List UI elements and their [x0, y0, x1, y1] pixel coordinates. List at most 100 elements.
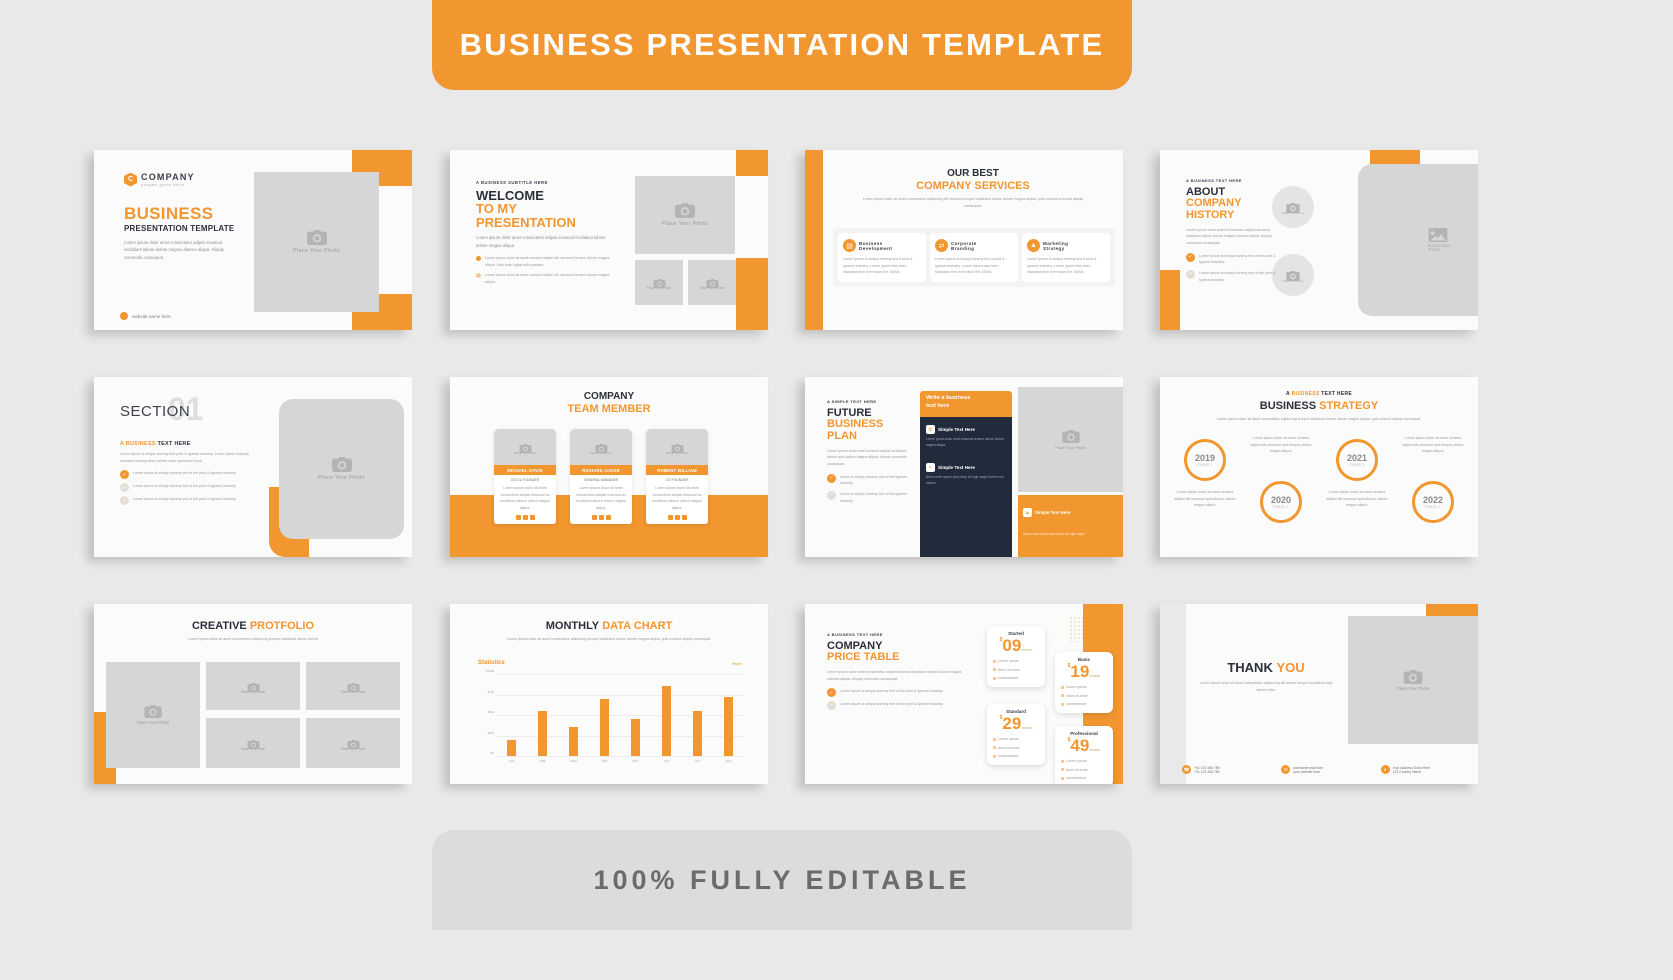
photo-placeholder[interactable]: Place Your Photo	[254, 172, 379, 312]
chart-bar[interactable]	[538, 710, 547, 756]
twitter-icon[interactable]	[522, 514, 528, 520]
chart-legend: Report	[731, 662, 742, 666]
service-card-marketing-strategy[interactable]: ▲ Marketing Strategy Lorem ipsum is simp…	[1022, 233, 1110, 282]
member-photo[interactable]: Place Your Photo	[570, 429, 632, 465]
portfolio-photo-2[interactable]: Place Your Photo	[206, 662, 300, 710]
chart-bar[interactable]	[631, 719, 640, 756]
photo-placeholder-large[interactable]: PLACE YOUR PHOTO	[1358, 164, 1478, 316]
linkedin-icon[interactable]	[605, 514, 611, 520]
photo-placeholder[interactable]: Place Your Photo	[279, 399, 404, 539]
portfolio-photo-1[interactable]: Place Your Photo	[106, 662, 200, 768]
contact-phone[interactable]: ☎ +01 123 456 789 +01 123 456 780	[1182, 765, 1273, 774]
team-member-card[interactable]: Place Your Photo RICHARD JAKOB GENERAL M…	[570, 429, 632, 524]
panel-item-2[interactable]: < Simple Text Here Nemo enim ipsam quis …	[926, 463, 1008, 486]
slide-body: Lorem ipsum dolor amet consectetur adipi…	[124, 240, 224, 260]
phase-body-2020: Lorem ipsum dolor sit amet consect adipi…	[1250, 436, 1312, 454]
bullet-square-icon	[1061, 685, 1064, 689]
website-row[interactable]: website name here	[120, 312, 171, 320]
price-card-professional[interactable]: Professional $49/month Lorem ipsum dolor…	[1055, 726, 1113, 784]
subtitle: Lorem ipsum dolor sit amet consectetur a…	[1199, 681, 1333, 692]
orange-item-title: Simple Text Here	[1035, 510, 1071, 515]
slide-2-welcome[interactable]: Place Your Photo Place Your Photo Place …	[450, 150, 768, 330]
slide-4-about[interactable]: PLACE YOUR PHOTO Place Your Photo Place …	[1160, 150, 1478, 330]
team-member-card[interactable]: Place Your Photo MICHAEL DAVID CEO & FOU…	[494, 429, 556, 524]
slide-6-team[interactable]: COMPANY TEAM MEMBER Place Your Photo MIC…	[450, 377, 768, 557]
facebook-icon[interactable]	[515, 514, 521, 520]
slide-10-chart[interactable]: MONTHLY DATA CHART Lorem ipsum dolor sit…	[450, 604, 768, 784]
chart-bar[interactable]	[662, 686, 671, 756]
feature-text: dolor sit amet	[998, 745, 1020, 750]
service-card-business-development[interactable]: ▤ Business Development Lorem ipsum is si…	[838, 233, 926, 282]
facebook-icon[interactable]	[667, 514, 673, 520]
title-orange: TEAM MEMBER	[567, 403, 651, 415]
slide-title-dark: PRESENTATION TEMPLATE	[124, 224, 235, 233]
orange-feature-item[interactable]: ▲ Simple Text Here	[1023, 508, 1115, 517]
twitter-icon[interactable]	[598, 514, 604, 520]
service-card-corporate-branding[interactable]: ⇄ Corporate Branding Lorem ipsum is simp…	[930, 233, 1018, 282]
slide-7-business-plan[interactable]: Place Your Photo ▲ Simple Text Here Nemo…	[805, 377, 1123, 557]
body-text: Lorem ipsum is simple dummy text print &…	[120, 452, 249, 463]
chart-bar[interactable]	[693, 710, 702, 756]
subtitle: Lorem ipsum dolor sit amet consectetur a…	[862, 197, 1084, 208]
facebook-icon[interactable]	[591, 514, 597, 520]
linkedin-icon[interactable]	[529, 514, 535, 520]
phase-circle-2020[interactable]: 2020 PHASE 2	[1260, 481, 1302, 523]
social-links[interactable]	[646, 512, 708, 524]
member-role: GENERAL MANAGER	[583, 478, 619, 482]
mail-icon: ✉	[1281, 765, 1291, 774]
price-card-started[interactable]: Started $09/month Lorem ipsum dolor sit …	[987, 626, 1045, 687]
document-icon: ▤	[843, 239, 856, 252]
price-card-standard[interactable]: Standard $29/month Lorem ipsum dolor sit…	[987, 704, 1045, 765]
social-links[interactable]	[570, 512, 632, 524]
linkedin-icon[interactable]	[681, 514, 687, 520]
chart-x-tick-label: AUG	[725, 759, 732, 763]
decor-orange-left	[1160, 270, 1180, 330]
chart-bar[interactable]	[569, 727, 578, 756]
photo-placeholder-main[interactable]: Place Your Photo	[635, 176, 735, 254]
chart-bar[interactable]	[600, 698, 609, 756]
check-item: ✓ Lorem is simply dummy text of the type…	[827, 490, 915, 504]
phase-circle-2021[interactable]: 2021 PHASE 3	[1336, 439, 1378, 481]
photo-label-2: PHOTO	[1428, 248, 1441, 252]
photo-placeholder-circle-1[interactable]: Place Your Photo	[1272, 186, 1314, 228]
contact-address[interactable]: ● Your Address Goes Here 123 Country Nam…	[1380, 765, 1472, 774]
member-body: Lorem ipsum dolor sit amet consectetur a…	[576, 486, 626, 510]
slide-1-title[interactable]: Place Your Photo C COMPANY slogan goes h…	[94, 150, 412, 330]
slide-8-strategy[interactable]: A BUSINESS TEXT HERE BUSINESS STRATEGY L…	[1160, 377, 1478, 557]
phase-circle-2022[interactable]: 2022 PHASE 4	[1412, 481, 1454, 523]
service-title-1: Marketing	[1043, 240, 1069, 246]
company-slogan: slogan goes here	[141, 182, 185, 187]
twitter-icon[interactable]	[674, 514, 680, 520]
photo-placeholder-circle-2[interactable]: Place Your Photo	[1272, 254, 1314, 296]
chart-bar[interactable]	[724, 696, 733, 756]
website-label: website name here	[132, 313, 171, 319]
slide-3-services[interactable]: OUR BEST COMPANY SERVICES Lorem ipsum do…	[805, 150, 1123, 330]
chart-x-axis: JAN FEB MAR APR MAY JUN JUL AUG	[496, 758, 744, 768]
contact-mail[interactable]: ✉ username mail here your website here	[1281, 765, 1372, 774]
chart-bar[interactable]	[507, 739, 516, 756]
bullet-text: Lorem ipsum dolor sit amet consect adipi…	[485, 255, 610, 267]
panel-item-1[interactable]: ⚙ Simple Text Here Lorem ipsum dolor ame…	[926, 425, 1008, 448]
slide-5-section[interactable]: Place Your Photo 01 SECTION A BUSINESS T…	[94, 377, 412, 557]
price-card-basic[interactable]: Basic $19/month Lorem ipsum dolor sit am…	[1055, 652, 1113, 713]
phase-label: PHASE 4	[1425, 504, 1441, 509]
team-member-card[interactable]: Place Your Photo ROBERT WILLIAM CO FOUND…	[646, 429, 708, 524]
portfolio-photo-5[interactable]: Place Your Photo	[306, 718, 400, 768]
portfolio-photo-3[interactable]: Place Your Photo	[306, 662, 400, 710]
check-icon: ✓	[827, 701, 836, 711]
contact-line-1: +01 123 456 789	[1194, 765, 1220, 770]
phase-circle-2019[interactable]: 2019 PHASE 1	[1184, 439, 1226, 481]
bullet-square-icon	[993, 677, 996, 681]
portfolio-photo-4[interactable]: Place Your Photo	[206, 718, 300, 768]
phase-year: 2022	[1422, 494, 1444, 505]
slide-12-thank-you[interactable]: Place Your Photo THANK YOU Lorem ipsum d…	[1160, 604, 1478, 784]
photo-placeholder[interactable]: Place Your Photo	[1348, 616, 1478, 744]
photo-placeholder[interactable]: Place Your Photo	[1018, 387, 1123, 492]
photo-placeholder-3[interactable]: Place Your Photo	[688, 260, 736, 305]
slide-9-portfolio[interactable]: CREATIVE PROTFOLIO Lorem ipsum dolor sit…	[94, 604, 412, 784]
social-links[interactable]	[494, 512, 556, 524]
member-photo[interactable]: Place Your Photo	[646, 429, 708, 465]
slide-11-price-table[interactable]: A BUSINESS TEXT HERE COMPANY PRICE TABLE…	[805, 604, 1123, 784]
photo-placeholder-2[interactable]: Place Your Photo	[635, 260, 683, 305]
member-photo[interactable]: Place Your Photo	[494, 429, 556, 465]
